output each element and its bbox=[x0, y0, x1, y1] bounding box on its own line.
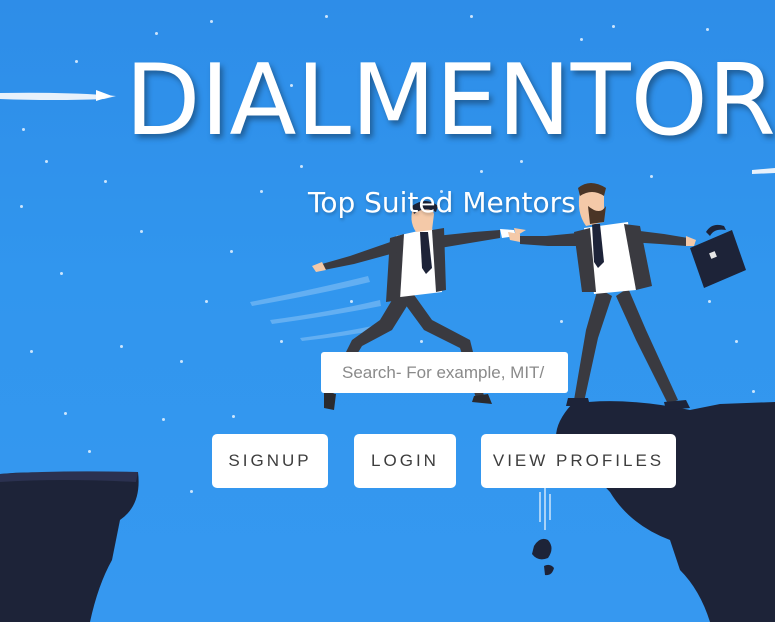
speed-lines bbox=[250, 276, 383, 341]
briefcase-icon bbox=[690, 224, 746, 288]
page-subtitle: Top Suited Mentors bbox=[308, 186, 576, 219]
airplane-trail-icon bbox=[0, 90, 116, 101]
login-button[interactable]: LOGIN bbox=[354, 434, 456, 488]
page-title: DIALMENTOR bbox=[125, 44, 775, 158]
search-input[interactable] bbox=[321, 352, 568, 393]
view-profiles-button[interactable]: VIEW PROFILES bbox=[481, 434, 676, 488]
left-cliff bbox=[0, 472, 139, 622]
signup-button[interactable]: SIGNUP bbox=[212, 434, 328, 488]
trail-fragment bbox=[752, 168, 775, 174]
falling-rock bbox=[532, 488, 554, 576]
